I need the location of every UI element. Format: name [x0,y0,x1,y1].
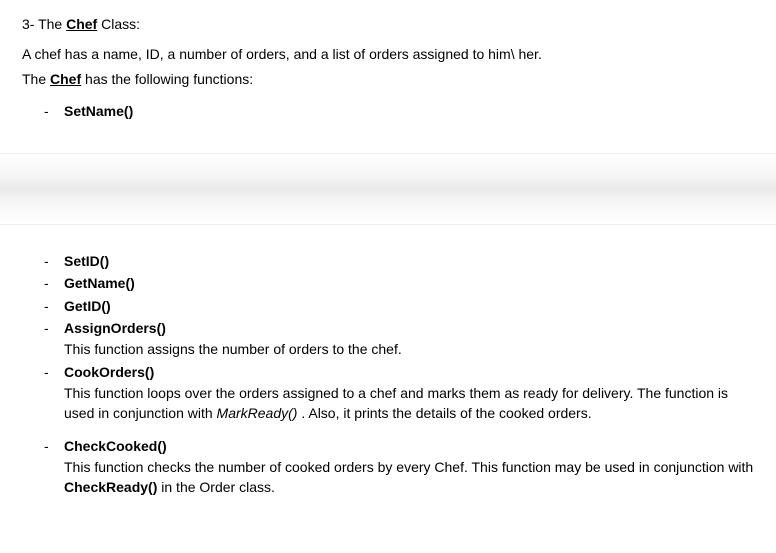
desc-bold: CheckReady() [64,479,157,495]
function-desc: This function loops over the orders assi… [64,383,754,424]
heading-class-word: Class: [101,16,140,32]
desc-pre: This function checks the number of cooke… [64,459,753,475]
intro-line-2-pre: The [22,71,46,87]
page-bottom-section: SetID() GetName() GetID() AssignOrders()… [0,225,776,521]
function-name: CookOrders() [64,364,154,380]
section-heading: 3- The Chef Class: [22,14,754,34]
list-item: GetID() [22,296,754,316]
list-item: SetName() [22,101,754,121]
list-item: GetName() [22,273,754,293]
function-name: CheckCooked() [64,438,167,454]
page-top-section: 3- The Chef Class: A chef has a name, ID… [0,0,776,145]
function-name: AssignOrders() [64,320,166,336]
heading-number: 3- [22,16,34,32]
desc-post: in the Order class. [157,479,275,495]
page-break [0,153,776,225]
list-item: CheckCooked() This function checks the n… [22,436,754,498]
list-item: AssignOrders() This function assigns the… [22,318,754,360]
function-list-bottom: SetID() GetName() GetID() AssignOrders()… [22,251,754,497]
heading-the: The [38,16,62,32]
function-desc: This function assigns the number of orde… [64,339,754,359]
function-name: SetID() [64,253,109,269]
intro-line-1: A chef has a name, ID, a number of order… [22,44,754,64]
list-item: CookOrders() This function loops over th… [22,362,754,424]
function-name: GetID() [64,298,111,314]
function-name: SetName() [64,103,133,119]
desc-italic: MarkReady() [217,405,298,421]
intro-line-2: The Chef has the following functions: [22,69,754,89]
function-desc: This function checks the number of cooke… [64,457,754,498]
heading-class-name: Chef [66,16,97,32]
intro-line-2-class: Chef [50,71,81,87]
desc-post: . Also, it prints the details of the coo… [297,405,591,421]
function-list-top: SetName() [22,101,754,121]
intro-line-2-post: has the following functions: [85,71,253,87]
list-item: SetID() [22,251,754,271]
function-name: GetName() [64,275,135,291]
